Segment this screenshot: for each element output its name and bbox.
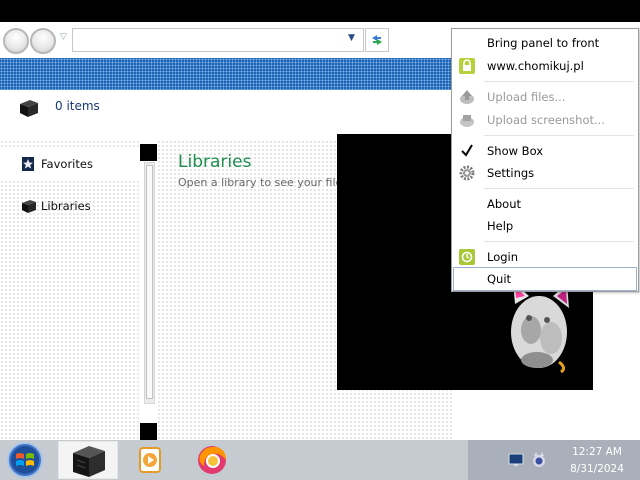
menu-item-label: Help (487, 219, 514, 233)
nav-item-favorites[interactable]: Favorites (0, 147, 140, 181)
libraries-icon (22, 200, 36, 213)
address-bar[interactable] (72, 28, 364, 52)
menu-item-help[interactable]: Help (452, 215, 638, 237)
back-button[interactable] (3, 28, 29, 54)
scroll-up-arrow[interactable] (140, 144, 157, 161)
menu-item-show-box[interactable]: Show Box (452, 140, 638, 162)
menu-item-about[interactable]: About (452, 193, 638, 215)
menu-item-quit[interactable]: Quit (453, 267, 637, 291)
scroll-track[interactable] (144, 162, 155, 404)
chomikuj-lock-icon (459, 58, 475, 74)
chomikuj-tray-icon[interactable] (530, 451, 548, 469)
menu-item-label: Show Box (487, 144, 544, 158)
menu-item-label: Bring panel to front (487, 36, 600, 50)
checkmark-icon (461, 144, 473, 157)
favorites-star-icon (22, 157, 34, 171)
menu-separator (484, 188, 634, 189)
toolbar-band (0, 58, 452, 90)
explorer-icon (73, 446, 105, 477)
window-top-bar (0, 0, 640, 22)
library-box-icon (20, 100, 38, 117)
taskbar-firefox-button[interactable] (190, 442, 234, 478)
details-row: 0 items (0, 90, 452, 126)
taskbar-explorer-button[interactable] (58, 441, 118, 479)
navigation-pane: Favorites Libraries (0, 140, 140, 440)
refresh-button[interactable] (365, 28, 389, 52)
menu-item-label: Settings (487, 166, 535, 180)
navigation-scrollbar[interactable] (140, 144, 157, 440)
upload-screenshot-icon (460, 115, 474, 127)
taskbar: 12:27 AM 8/31/2024 (0, 440, 640, 480)
tray-context-menu: Bring panel to front www.chomikuj.pl Upl… (451, 28, 639, 292)
nav-item-favorites-label: Favorites (41, 157, 93, 171)
recent-pages-dropdown-icon[interactable]: ▽ (60, 32, 70, 42)
scroll-down-arrow[interactable] (140, 423, 157, 440)
items-count-label: 0 items (55, 99, 100, 113)
menu-item-bring-panel-to-front[interactable]: Bring panel to front (452, 32, 638, 54)
menu-item-label: Upload files... (487, 90, 566, 104)
menu-item-settings[interactable]: Settings (452, 162, 638, 184)
media-player-icon (139, 447, 161, 473)
menu-item-upload-screenshot[interactable]: Upload screenshot... (452, 109, 638, 131)
menu-item-upload-files[interactable]: Upload files... (452, 86, 638, 108)
page-subtitle: Open a library to see your files (178, 176, 349, 189)
menu-item-label: www.chomikuj.pl (487, 59, 584, 73)
clock-time[interactable]: 12:27 AM (564, 446, 630, 458)
taskbar-media-player-button[interactable] (128, 442, 172, 478)
firefox-icon (198, 446, 226, 474)
login-icon (459, 249, 475, 265)
scroll-thumb[interactable] (146, 165, 153, 399)
menu-item-label: Quit (487, 272, 512, 286)
menu-item-chomikuj-website[interactable]: www.chomikuj.pl (452, 55, 638, 77)
menu-separator (484, 135, 634, 136)
system-tray: 12:27 AM 8/31/2024 (468, 440, 640, 480)
menu-item-login[interactable]: Login (452, 246, 638, 268)
menu-separator (484, 241, 634, 242)
nav-item-libraries[interactable]: Libraries (0, 189, 140, 223)
start-orb-icon (7, 442, 43, 478)
upload-files-icon (460, 90, 474, 104)
forward-button[interactable] (30, 28, 56, 54)
page-title: Libraries (178, 152, 252, 172)
menu-item-label: Upload screenshot... (487, 113, 605, 127)
menu-separator (484, 81, 634, 82)
clock-date[interactable]: 8/31/2024 (562, 463, 632, 475)
network-icon[interactable] (508, 453, 524, 467)
start-button[interactable] (4, 442, 46, 478)
refresh-icon (372, 35, 382, 45)
address-dropdown-arrow-icon[interactable]: ▼ (348, 33, 355, 43)
nav-item-libraries-label: Libraries (41, 199, 91, 213)
menu-item-label: Login (487, 250, 519, 264)
gear-icon (459, 165, 475, 181)
menu-item-label: About (487, 197, 522, 211)
